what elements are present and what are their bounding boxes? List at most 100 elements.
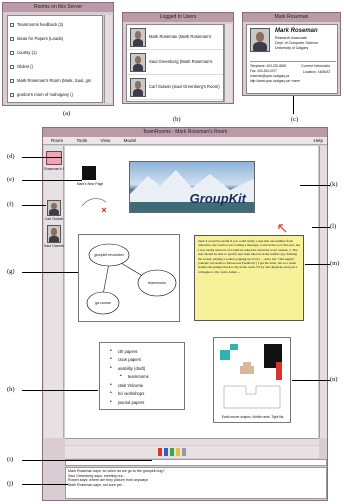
room-list-item[interactable]: Ideas for Papers (Leads) <box>8 32 102 46</box>
room-name: Mark Roseman's Room (Mark, Saul, gm <box>17 78 92 83</box>
puzzle-caption: Earth-mover shapes. Mobile rects. Tight … <box>221 415 285 419</box>
user-card-window: Mark Roseman Mark Roseman Research Assoc… <box>242 12 341 96</box>
rooms-window-title: Rooms on this Server <box>3 3 113 12</box>
teamrooms-title: TeamRooms - Mark Roseman's Room <box>43 128 327 137</box>
label-n: (n) <box>330 376 338 383</box>
new-page-icon[interactable] <box>82 166 96 180</box>
user-avatar <box>130 28 146 47</box>
user-card-body: Mark Roseman Research Associate Dept. of… <box>246 24 338 94</box>
room-list-item[interactable]: gordon's room of mahogany () <box>8 88 102 102</box>
room-list-item[interactable]: Teamrooms feedback (2) <box>8 18 102 32</box>
user-card-details: Telephone: 403-220-8800 Fax: 403-284-4707… <box>250 64 300 84</box>
menu-room[interactable]: Room <box>51 138 63 143</box>
outline-item[interactable]: • journal papers <box>100 398 184 407</box>
room-badge-label: Roseman's Room <box>44 167 64 171</box>
outline-item-label: usability (draft) <box>117 365 146 371</box>
label-k: (k) <box>330 181 338 188</box>
groupkit-banner[interactable]: GroupKit <box>129 161 255 213</box>
users-scrollbar[interactable] <box>224 24 232 102</box>
menu-tools[interactable]: Tools <box>76 138 87 143</box>
room-name: courtsy (1) <box>17 50 37 55</box>
sticky-note[interactable]: Saul: it would be useful if you could no… <box>194 235 304 321</box>
room-badge[interactable] <box>46 151 62 165</box>
room-list-item[interactable]: courtsy (1) <box>8 46 102 60</box>
puzzle-outline <box>223 385 281 409</box>
workspace[interactable]: Mark's New Page GroupKit groupkit revolu… <box>65 146 318 438</box>
concept-node-groupkit[interactable]: groupkit revolution <box>90 253 128 257</box>
concept-node-ga-course[interactable]: ga course <box>87 301 119 305</box>
palette-icon-red[interactable] <box>158 448 162 456</box>
new-page-label: Mark's New Page <box>76 182 104 186</box>
outline-item[interactable]: • cscw papers <box>100 356 184 365</box>
room-checkbox[interactable] <box>10 79 14 83</box>
palette-icon-green[interactable] <box>170 448 174 456</box>
room-checkbox[interactable] <box>10 65 14 69</box>
saul-label: Saul Greenberg <box>44 244 64 248</box>
outline-item-label: teamrooms <box>127 374 149 380</box>
room-name: Oldest () <box>17 64 34 69</box>
chat-line: Mark Roseman says: not sure yet... <box>68 482 125 487</box>
outline-item-label: ctwk Yelcome <box>117 382 144 388</box>
bullet-icon: • <box>120 373 122 380</box>
workspace-hscroll[interactable] <box>65 438 319 445</box>
menu-model[interactable]: Model <box>124 138 137 143</box>
menu-bar: Room Tools View Model Help <box>43 137 327 145</box>
room-list-item[interactable]: Mark Roseman's Room (Mark, Saul, gm <box>8 74 102 88</box>
outline-item[interactable]: • teamrooms <box>100 373 184 382</box>
concept-node-teamrooms[interactable]: teamrooms <box>139 281 175 285</box>
puzzle-board[interactable]: Earth-mover shapes. Mobile rects. Tight … <box>213 337 291 423</box>
bullet-icon: • <box>110 347 112 354</box>
menu-help[interactable]: Help <box>314 137 323 145</box>
drawn-scribble <box>81 198 107 213</box>
label-e: (e) <box>7 176 15 183</box>
bullet-icon: • <box>110 364 112 371</box>
tool-palette <box>65 446 319 458</box>
user-card-dept: Dept. of Computer Science <box>275 41 319 45</box>
palette-icon-grey[interactable] <box>182 448 186 456</box>
user-card-title: Mark Roseman <box>243 13 340 22</box>
carl-avatar[interactable] <box>47 200 61 216</box>
workspace-vscroll[interactable] <box>319 146 327 438</box>
outline-item-label: cscw papers <box>117 357 142 363</box>
label-j: (j) <box>7 480 14 487</box>
current-info-value: Location: 1605/AT <box>303 70 331 74</box>
outline-list[interactable]: • cth papers • cscw papers • usability (draft… <box>99 342 185 410</box>
users-window-title: Logged In Users <box>123 13 233 22</box>
bullet-icon: • <box>110 390 112 397</box>
user-card-name: Mark Roseman <box>275 28 318 34</box>
banner-text: GroupKit <box>189 191 246 206</box>
label-h: (h) <box>7 386 15 393</box>
label-i: (i) <box>7 456 14 463</box>
room-checkbox[interactable] <box>10 93 14 97</box>
outline-item[interactable]: • usability (draft) <box>100 364 184 373</box>
sticky-note-text: Saul: it would be useful if you could no… <box>198 239 300 274</box>
user-card-detail-line: http://www.cpsc.ucalgary.ca/~roseman/ <box>250 79 300 83</box>
room-checkbox[interactable] <box>10 37 14 41</box>
rooms-scrollbar[interactable] <box>104 15 112 103</box>
outline-item[interactable]: • cth papers <box>100 347 184 356</box>
label-c: (c) <box>291 116 299 123</box>
chat-log: Mark Roseman says: so when do we go to t… <box>65 467 327 499</box>
room-list-item[interactable]: Oldest () <box>8 60 102 74</box>
label-b: (b) <box>173 116 181 123</box>
outline-item[interactable]: • ctwk Yelcome <box>100 381 184 390</box>
palette-icon-yellow[interactable] <box>176 448 180 456</box>
saul-avatar[interactable] <box>47 225 61 243</box>
label-g: (g) <box>7 268 15 275</box>
bullet-icon: • <box>110 356 112 363</box>
user-avatar <box>130 53 146 72</box>
concept-map[interactable]: groupkit revolution teamrooms ga course <box>78 234 180 322</box>
label-d: (d) <box>7 153 15 160</box>
teamrooms-window: TeamRooms - Mark Roseman's Room Room Too… <box>42 127 328 501</box>
room-checkbox[interactable] <box>10 23 14 27</box>
user-list-item[interactable]: Carl Gutwin (Saul Greenberg's Room) <box>127 75 223 100</box>
room-checkbox[interactable] <box>10 51 14 55</box>
palette-icon-blue[interactable] <box>164 448 168 456</box>
user-list-item[interactable]: Saul Greenberg (Mark Roseman's <box>127 50 223 75</box>
user-list-item[interactable]: Mark Roseman (Mark Roseman's <box>127 25 223 50</box>
room-name: Ideas for Papers (Leads) <box>17 36 64 41</box>
menu-view[interactable]: View <box>100 138 110 143</box>
user-name: Carl Gutwin (Saul Greenberg's Room) <box>149 84 220 89</box>
user-name: Mark Roseman (Mark Roseman's <box>149 34 212 39</box>
outline-item[interactable]: • hci workshops <box>100 390 184 399</box>
